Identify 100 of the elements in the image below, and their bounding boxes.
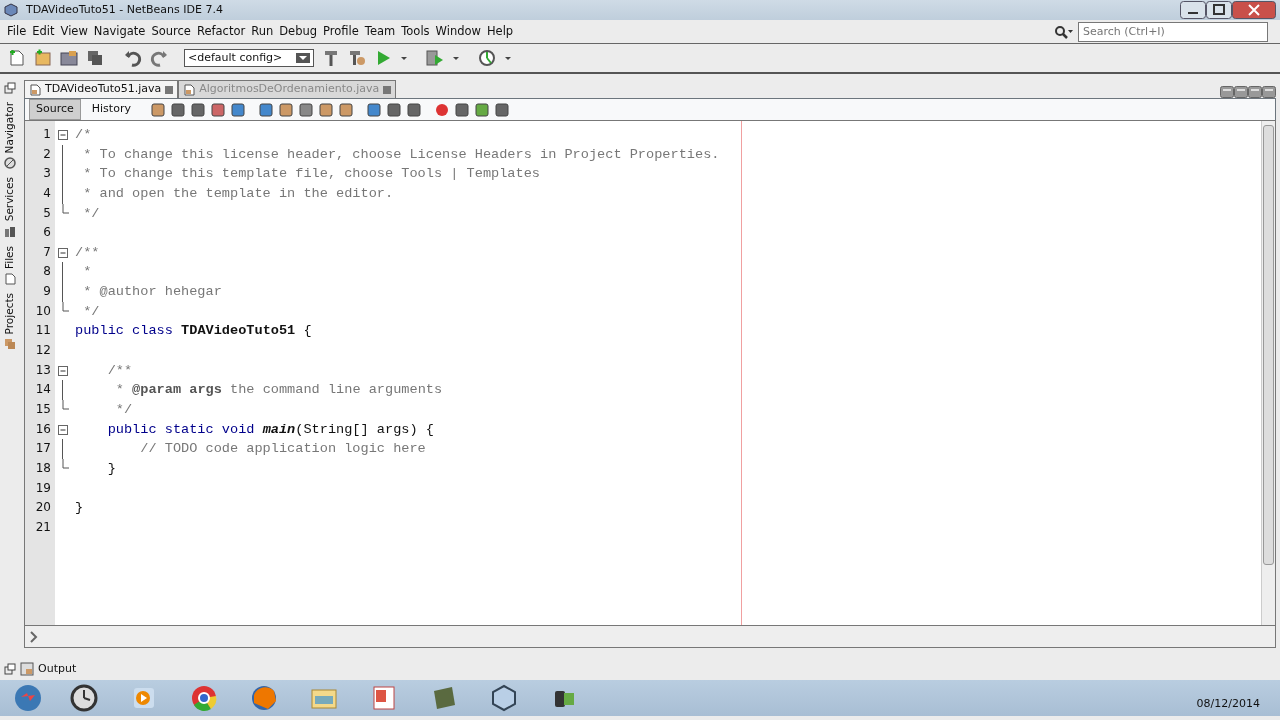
line-number: 10	[34, 302, 52, 320]
output-icon	[20, 662, 34, 676]
line-number: 14	[34, 381, 52, 399]
cube-icon[interactable]	[489, 683, 519, 713]
menu-item[interactable]: Source	[148, 22, 194, 41]
code-line: /*	[75, 126, 93, 144]
menu-item[interactable]: Help	[483, 22, 517, 41]
fold-icon[interactable]	[58, 424, 68, 435]
minimize-button[interactable]	[1180, 1, 1206, 19]
toolbar-icon[interactable]	[229, 101, 246, 118]
undo-icon[interactable]	[124, 49, 142, 67]
menu-item[interactable]: Profile	[320, 22, 362, 41]
code-line: // TODO code application logic here	[139, 440, 427, 459]
code-line: /**	[106, 361, 134, 380]
start-orb-icon[interactable]	[13, 683, 43, 713]
line-number: 8	[42, 263, 52, 281]
line-number: 6	[42, 224, 52, 242]
menu-item[interactable]: File	[4, 22, 30, 41]
menu-item[interactable]: Debug	[276, 22, 321, 41]
line-number: 19	[34, 479, 52, 497]
menu-item[interactable]: Navigate	[90, 22, 149, 41]
hammer-icon[interactable]	[322, 49, 340, 67]
code-line: public static void main(String[] args) {	[106, 420, 435, 439]
menu-item[interactable]: Refactor	[193, 22, 249, 41]
line-number: 12	[34, 342, 52, 360]
fold-icon[interactable]	[58, 365, 68, 376]
toolbar-icon[interactable]	[365, 101, 382, 118]
toolbar-icon[interactable]	[149, 101, 166, 118]
side-tab[interactable]: Files	[2, 245, 18, 285]
close-button[interactable]	[1232, 1, 1276, 19]
caret-icon	[296, 53, 310, 63]
toolbar-icon[interactable]	[385, 101, 402, 118]
app-icon	[4, 3, 18, 17]
toolbar-icon[interactable]	[169, 101, 186, 118]
browser-icon[interactable]	[189, 683, 219, 713]
folder-icon[interactable]	[60, 49, 78, 67]
toolbar-icon[interactable]	[209, 101, 226, 118]
toolbar-icon[interactable]	[453, 101, 470, 118]
code-line: */	[114, 400, 134, 419]
line-number: 18	[34, 459, 52, 477]
output-tab[interactable]: Output	[20, 660, 77, 678]
side-tab[interactable]: Services	[2, 177, 18, 238]
view-tab[interactable]: Source	[29, 99, 81, 120]
line-number: 1	[42, 126, 52, 143]
scrollbar-thumb[interactable]	[1263, 125, 1274, 565]
menu-item[interactable]: Window	[432, 22, 484, 41]
search-field[interactable]: Search (Ctrl+I)	[1078, 21, 1268, 42]
record-icon[interactable]	[433, 101, 450, 118]
line-number: 20	[34, 499, 52, 517]
line-number: 3	[42, 165, 52, 183]
fold-icon[interactable]	[58, 130, 68, 140]
new-project-icon[interactable]	[34, 49, 52, 67]
toolbar-icon[interactable]	[405, 101, 422, 118]
code-line: */	[82, 302, 101, 321]
close-icon[interactable]	[383, 85, 392, 94]
toolbar-icon[interactable]	[189, 101, 206, 118]
code-line: * @param args the command line arguments	[114, 381, 444, 400]
menu-item[interactable]: Run	[248, 22, 277, 41]
side-tab[interactable]: Projects	[2, 292, 18, 351]
menu-item[interactable]: View	[57, 22, 91, 41]
code-line: }	[75, 499, 85, 518]
toolbar-icon[interactable]	[337, 101, 354, 118]
code-line: }	[106, 459, 117, 478]
fold-icon[interactable]	[58, 247, 68, 258]
line-number: 11	[34, 322, 52, 340]
code-line: * and open the template in the editor.	[82, 184, 395, 203]
profile-icon[interactable]	[478, 49, 496, 67]
toolbar-icon[interactable]	[317, 101, 334, 118]
menu-item[interactable]: Tools	[398, 22, 433, 41]
debug-icon[interactable]	[426, 49, 444, 67]
menu-item[interactable]: Edit	[29, 22, 58, 41]
line-number: 4	[42, 184, 52, 202]
line-number: 5	[42, 204, 52, 222]
code-line: * To change this template file, choose Tools | Templates	[82, 165, 541, 184]
view-tab[interactable]: History	[84, 99, 138, 120]
redo-icon[interactable]	[150, 49, 168, 67]
editor-tab[interactable]: TDAVideoTuto51.java	[24, 80, 179, 98]
taskbar-date: 08/12/2014	[1196, 695, 1260, 712]
side-tab[interactable]: Navigator	[2, 102, 18, 170]
code-line: * @author hehegar	[82, 283, 223, 302]
java-file-icon	[29, 83, 41, 96]
toolbar-icon[interactable]	[297, 101, 314, 118]
new-file-icon[interactable]	[8, 49, 26, 67]
toolbar-icon[interactable]	[473, 101, 490, 118]
maximize-button[interactable]	[1206, 1, 1232, 19]
chevron-icon[interactable]	[29, 630, 39, 643]
clock-icon[interactable]	[69, 683, 99, 713]
projects-icon	[4, 338, 16, 351]
config-dropdown[interactable]: <default config>	[184, 49, 314, 67]
menu-item[interactable]: Team	[361, 22, 399, 41]
toolbar-icon[interactable]	[493, 101, 510, 118]
code-line: *	[82, 263, 93, 282]
search-icon[interactable]	[1054, 24, 1074, 39]
line-number: 9	[42, 283, 52, 301]
toolbar-icon[interactable]	[257, 101, 274, 118]
close-icon[interactable]	[165, 85, 174, 94]
code-line: /**	[75, 243, 101, 262]
line-number: 21	[34, 518, 52, 536]
line-number: 15	[34, 400, 52, 418]
toolbar-icon[interactable]	[277, 101, 294, 118]
